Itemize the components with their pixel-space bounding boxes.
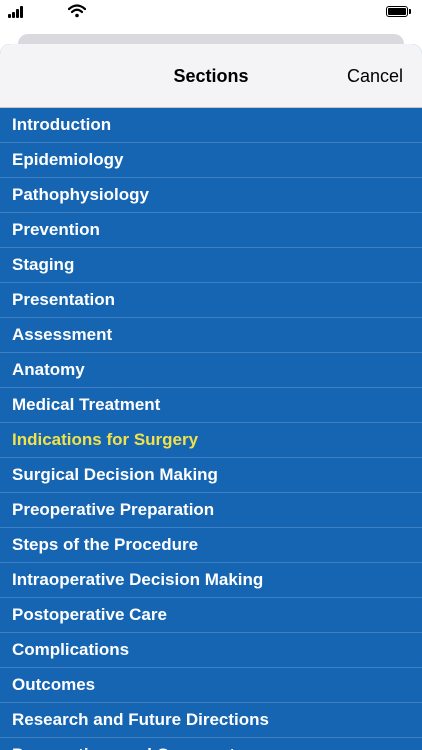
section-item[interactable]: Assessment — [0, 318, 422, 353]
section-item[interactable]: Indications for Surgery — [0, 423, 422, 458]
section-item[interactable]: Steps of the Procedure — [0, 528, 422, 563]
section-item[interactable]: Staging — [0, 248, 422, 283]
wifi-icon — [68, 4, 86, 18]
section-item[interactable]: Introduction — [0, 108, 422, 143]
section-item[interactable]: Research and Future Directions — [0, 703, 422, 738]
section-item[interactable]: Postoperative Care — [0, 598, 422, 633]
section-item[interactable]: Prevention — [0, 213, 422, 248]
signal-icon — [8, 6, 26, 18]
section-item[interactable]: Surgical Decision Making — [0, 458, 422, 493]
section-item[interactable]: Anatomy — [0, 353, 422, 388]
cancel-button[interactable]: Cancel — [347, 66, 403, 87]
battery-icon — [386, 6, 412, 18]
section-item[interactable]: Complications — [0, 633, 422, 668]
section-item[interactable]: Presentation — [0, 283, 422, 318]
sections-list[interactable]: Introduction Epidemiology Pathophysiology P… — [0, 108, 422, 750]
nav-bar: Sections Cancel — [0, 44, 422, 108]
section-item[interactable]: Epidemiology — [0, 143, 422, 178]
section-item[interactable]: Perspectives and Commentary — [0, 738, 422, 750]
section-item[interactable]: Medical Treatment — [0, 388, 422, 423]
status-bar — [0, 0, 422, 24]
section-item[interactable]: Preoperative Preparation — [0, 493, 422, 528]
section-item[interactable]: Intraoperative Decision Making — [0, 563, 422, 598]
section-item[interactable]: Pathophysiology — [0, 178, 422, 213]
section-item[interactable]: Outcomes — [0, 668, 422, 703]
sections-sheet: Sections Cancel Introduction Epidemiology… — [0, 44, 422, 750]
